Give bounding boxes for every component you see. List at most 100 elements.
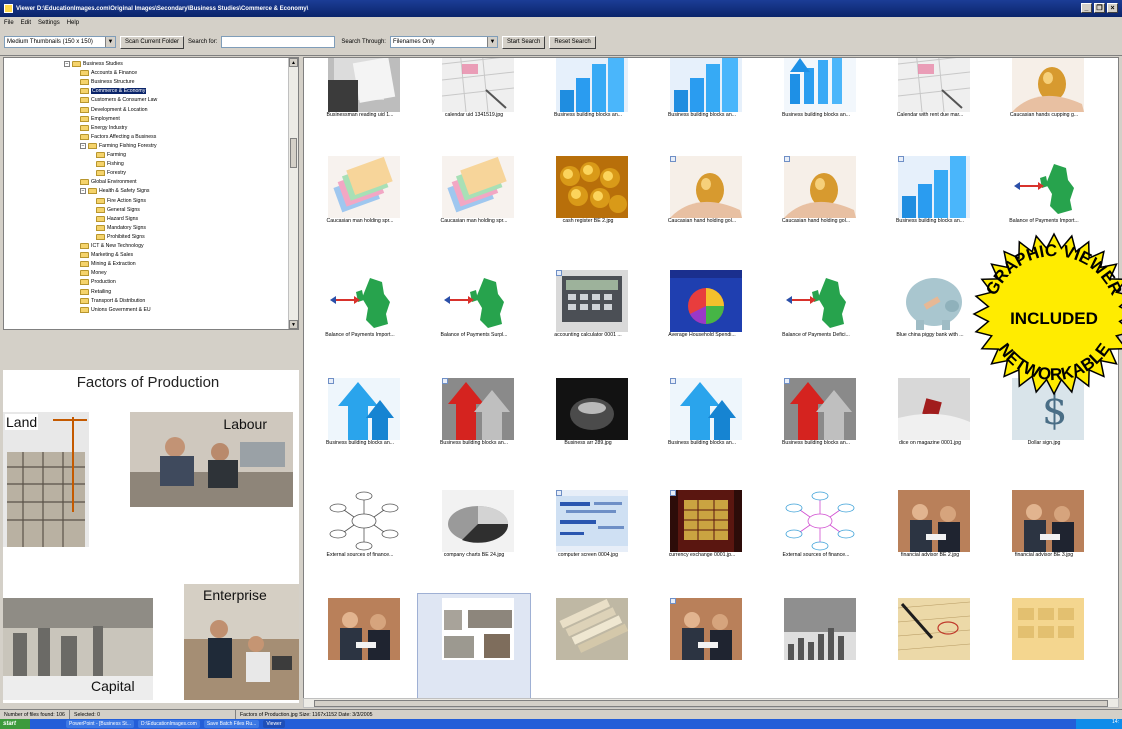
thumbnail-item[interactable]: Caucasian hand holding gol...: [646, 152, 758, 262]
thumbnail-item[interactable]: cash register BE 2.jpg: [532, 152, 644, 262]
thumbnail-item[interactable]: Balance of Payments Defici...: [760, 266, 872, 376]
tree-item[interactable]: − Business Studies: [64, 60, 123, 68]
tree-item[interactable]: Commerce & Economy: [80, 87, 147, 95]
collapse-icon[interactable]: −: [80, 188, 86, 195]
tree-item[interactable]: Fire Action Signs: [96, 197, 146, 205]
chevron-down-icon[interactable]: ▼: [486, 37, 497, 47]
thumbnail-item[interactable]: [532, 594, 644, 698]
thumbnail-item[interactable]: financial advisor BE 3.jpg: [988, 486, 1100, 596]
minimize-icon[interactable]: _: [1081, 3, 1092, 13]
tree-item[interactable]: − Farming Fishing Forestry: [80, 142, 157, 150]
thumbnail-item[interactable]: Caucasian hands cupping g...: [988, 58, 1100, 156]
tree-item[interactable]: Employment: [80, 115, 120, 123]
thumbnail-item[interactable]: Business building blocks an...: [760, 58, 872, 156]
start-search-button[interactable]: Start Search: [501, 35, 546, 49]
tree-item[interactable]: Farming: [96, 151, 126, 159]
thumbnail-item[interactable]: computer screen 0004.jpg: [532, 486, 644, 596]
tree-item[interactable]: Global Environment: [80, 178, 137, 186]
thumbnail-item[interactable]: accounting calculator 0001 ...: [532, 266, 644, 376]
thumbnail-item[interactable]: Caucasian man holding spr...: [304, 152, 416, 262]
thumbnail-item[interactable]: [760, 594, 872, 698]
folder-tree[interactable]: ▲ ▼ − Business Studies Accounts & Finance B…: [3, 57, 299, 330]
thumbnail-item[interactable]: financial advisor BE 2.jpg: [874, 486, 986, 596]
tree-item[interactable]: Retailing: [80, 288, 111, 296]
thumbnail-item[interactable]: Balance of Payments Surpl...: [418, 266, 530, 376]
tree-item-label: Commerce & Economy: [91, 88, 147, 95]
menu-file[interactable]: File: [4, 20, 14, 26]
tree-item[interactable]: Business Structure: [80, 78, 135, 86]
scan-folder-button[interactable]: Scan Current Folder: [120, 35, 185, 49]
thumbnail-item[interactable]: Caucasian man holding spr...: [418, 152, 530, 262]
collapse-icon[interactable]: −: [64, 61, 70, 67]
tree-item[interactable]: Money: [80, 269, 107, 277]
thumbnail-item[interactable]: Business building blocks an...: [532, 58, 644, 156]
scroll-thumb[interactable]: [314, 700, 1108, 707]
tree-item[interactable]: Customers & Consumer Law: [80, 96, 157, 104]
thumbnail-caption: calendar uid 1341519.jpg: [444, 112, 504, 118]
thumbnail-item[interactable]: Balance of Payments Import...: [304, 266, 416, 376]
thumbnail-item[interactable]: [304, 594, 416, 698]
tree-item[interactable]: Mining & Extraction: [80, 260, 136, 268]
tree-item-label: Development & Location: [91, 106, 148, 113]
scroll-up-icon[interactable]: ▲: [289, 58, 298, 67]
task-powerpoint[interactable]: PowerPoint - [Business St...: [66, 720, 134, 728]
tree-item[interactable]: Hazard Signs: [96, 215, 138, 223]
tree-item[interactable]: Unions Government & EU: [80, 306, 151, 314]
thumbnail-item[interactable]: [988, 594, 1100, 698]
menu-edit[interactable]: Edit: [21, 20, 31, 26]
search-through-select[interactable]: Filenames Only ▼: [389, 36, 498, 48]
tree-item[interactable]: Production: [80, 278, 116, 286]
thumbnail-item[interactable]: Average Household Spendi...: [646, 266, 758, 376]
search-input[interactable]: [221, 36, 336, 48]
tree-item[interactable]: Factors Affecting a Business: [80, 133, 156, 141]
tree-item[interactable]: − Health & Safety Signs: [80, 187, 149, 195]
close-icon[interactable]: ×: [1107, 3, 1118, 13]
tree-item[interactable]: Mandatory Signs: [96, 224, 146, 232]
thumbnail-caption: Business building blocks an...: [781, 112, 851, 118]
tree-scrollbar[interactable]: ▲ ▼: [288, 58, 298, 329]
thumbnail-item[interactable]: Businessman reading uid 1...: [304, 58, 416, 156]
tree-item[interactable]: Marketing & Sales: [80, 251, 133, 259]
thumbnail-item[interactable]: [646, 594, 758, 698]
tree-item[interactable]: Accounts & Finance: [80, 69, 137, 77]
tree-item[interactable]: Fishing: [96, 160, 124, 168]
thumbnail-item[interactable]: Business building blocks an...: [646, 58, 758, 156]
thumbnail-item[interactable]: Business building blocks an...: [760, 374, 872, 484]
tree-item[interactable]: General Signs: [96, 206, 140, 214]
thumbnail-item[interactable]: External sources of finance...: [304, 486, 416, 596]
thumbnail-item[interactable]: currency exchange 0001.jp...: [646, 486, 758, 596]
task-batch[interactable]: Save Batch Files Ru...: [203, 720, 260, 728]
thumbnail-item[interactable]: Business building blocks an...: [418, 374, 530, 484]
thumbnail-item[interactable]: Caucasian hand holding gol...: [760, 152, 872, 262]
tree-item[interactable]: Prohibited Signs: [96, 233, 145, 241]
start-button[interactable]: start: [0, 719, 30, 729]
thumbnail-item[interactable]: [874, 594, 986, 698]
tree-item[interactable]: Development & Location: [80, 106, 148, 114]
tree-item[interactable]: Forestry: [96, 169, 126, 177]
thumbnail-image: [442, 270, 514, 332]
task-viewer[interactable]: Viewer: [263, 720, 285, 728]
thumbnail-item[interactable]: External sources of finance...: [760, 486, 872, 596]
restore-icon[interactable]: ❐: [1094, 3, 1105, 13]
scroll-down-icon[interactable]: ▼: [289, 320, 298, 329]
task-explorer[interactable]: D:\EducationImages.com: [137, 720, 200, 728]
chevron-down-icon[interactable]: ▼: [105, 37, 115, 47]
reset-search-button[interactable]: Reset Search: [549, 35, 596, 49]
tree-item[interactable]: Energy Industry: [80, 124, 127, 132]
menu-help[interactable]: Help: [67, 20, 79, 26]
menu-settings[interactable]: Settings: [38, 20, 60, 26]
scroll-thumb[interactable]: [290, 138, 297, 168]
tree-item[interactable]: ICT & New Technology: [80, 242, 144, 250]
thumbnail-item[interactable]: Business building blocks an...: [646, 374, 758, 484]
thumbnail-item[interactable]: Business arr 289.jpg: [532, 374, 644, 484]
collapse-icon[interactable]: −: [80, 142, 86, 149]
thumbnail-item[interactable]: calendar uid 1341519.jpg: [418, 58, 530, 156]
thumbnail-item[interactable]: [417, 593, 531, 698]
thumbnail-item[interactable]: Calendar with rent due mar...: [874, 58, 986, 156]
horizontal-scrollbar[interactable]: [303, 698, 1119, 708]
capital-photo: Capital: [3, 598, 153, 700]
thumbnail-size-select[interactable]: Medium Thumbnails (150 x 150) ▼: [4, 36, 116, 48]
thumbnail-item[interactable]: company charts BE 24.jpg: [418, 486, 530, 596]
tree-item[interactable]: Transport & Distribution: [80, 297, 145, 305]
thumbnail-item[interactable]: Business building blocks an...: [304, 374, 416, 484]
